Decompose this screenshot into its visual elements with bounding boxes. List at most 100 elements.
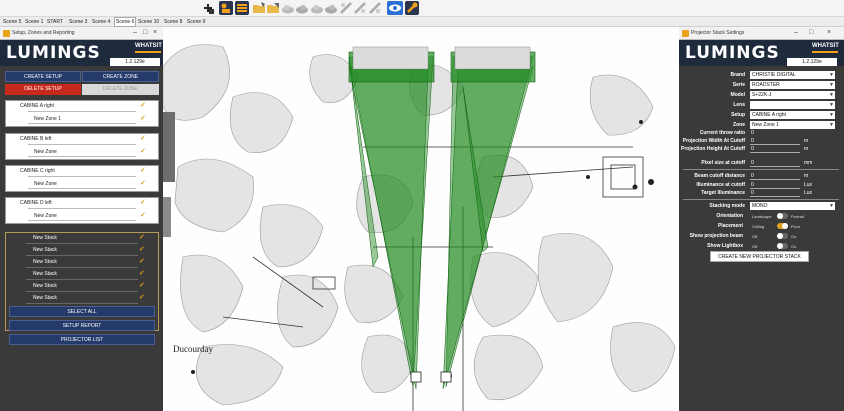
create-setup-button[interactable]: CREATE SETUP bbox=[5, 71, 81, 82]
select-all-button[interactable]: SELECT ALL bbox=[9, 306, 155, 317]
projector-list-button[interactable]: PROJECTOR LIST bbox=[9, 334, 155, 345]
minimize-icon[interactable]: – bbox=[133, 29, 137, 37]
placement-on-label: Floor bbox=[791, 224, 801, 229]
logo-header: LUMINGS WHATSIT 1.2.129e bbox=[679, 40, 844, 66]
tab-start[interactable]: START bbox=[47, 18, 63, 26]
cloud-icon[interactable] bbox=[324, 1, 338, 15]
serie-select[interactable]: ROADSTER ▼ bbox=[750, 81, 835, 89]
stack-name: New Stack bbox=[33, 295, 57, 301]
check-icon[interactable]: ✓ bbox=[140, 179, 146, 187]
version-label: 1.2.129e bbox=[787, 58, 837, 66]
throw-ratio-value: 0 bbox=[751, 130, 754, 136]
list-item[interactable]: New Stack ✓ bbox=[6, 233, 158, 244]
model-select[interactable]: S+22K-J ▼ bbox=[750, 91, 835, 99]
tab-scene-1[interactable]: Scene 1 bbox=[25, 18, 43, 26]
list-item[interactable]: New Stack ✓ bbox=[6, 269, 158, 280]
check-icon[interactable]: ✓ bbox=[139, 245, 145, 253]
tab-scene-9[interactable]: Scene 9 bbox=[187, 18, 205, 26]
maximize-icon[interactable]: □ bbox=[809, 29, 813, 37]
divider bbox=[28, 208, 136, 209]
tab-scene-3[interactable]: Scene 3 bbox=[69, 18, 87, 26]
chevron-down-icon: ▼ bbox=[829, 203, 834, 209]
brand-select[interactable]: CHRISTIE DIGITAL ▼ bbox=[750, 71, 835, 79]
check-icon[interactable]: ✓ bbox=[139, 293, 145, 301]
zone-select[interactable]: New Zone 1 ▼ bbox=[750, 121, 835, 129]
divider bbox=[28, 111, 136, 112]
target-illum-unit: Lux bbox=[804, 190, 813, 196]
check-icon[interactable]: ✓ bbox=[140, 147, 146, 155]
setup-item[interactable]: CABINE B left ✓ New Zone ✓ bbox=[5, 133, 159, 160]
close-icon[interactable]: × bbox=[827, 29, 831, 37]
check-icon[interactable]: ✓ bbox=[139, 233, 145, 241]
delete-setup-button[interactable]: DELETE SETUP bbox=[5, 84, 81, 95]
check-icon[interactable]: ✓ bbox=[140, 166, 146, 174]
check-icon[interactable]: ✓ bbox=[140, 114, 146, 122]
zone-name: New Zone 1 bbox=[34, 116, 61, 122]
divider bbox=[750, 144, 800, 145]
close-icon[interactable]: × bbox=[153, 29, 157, 37]
pencil-icon[interactable] bbox=[339, 1, 353, 15]
layers-icon[interactable] bbox=[219, 1, 233, 15]
stacking-mode-value: MONO bbox=[752, 203, 768, 209]
pencil-icon[interactable] bbox=[368, 1, 382, 15]
check-icon[interactable]: ✓ bbox=[140, 101, 146, 109]
setup-name: CABINE A right bbox=[20, 103, 54, 109]
wrench-icon[interactable] bbox=[405, 1, 419, 15]
list-item[interactable]: New Stack ✓ bbox=[6, 281, 158, 292]
maximize-icon[interactable]: □ bbox=[143, 29, 147, 37]
minimize-icon[interactable]: – bbox=[794, 29, 798, 37]
pencil-icon[interactable] bbox=[353, 1, 367, 15]
delete-zone-button[interactable]: DELETE ZONE bbox=[82, 84, 159, 95]
main-toolbar bbox=[0, 0, 844, 17]
list-item[interactable]: New Stack ✓ bbox=[6, 293, 158, 304]
show-beam-label: Show projection beam bbox=[689, 233, 743, 239]
stacking-mode-select[interactable]: MONO ▼ bbox=[750, 202, 835, 210]
tab-scene-4[interactable]: Scene 4 bbox=[92, 18, 110, 26]
divider bbox=[750, 179, 800, 180]
app-logo: LUMINGS bbox=[685, 43, 780, 63]
chevron-down-icon: ▼ bbox=[829, 72, 834, 78]
toggle-knob bbox=[777, 233, 783, 239]
cloud-icon[interactable] bbox=[295, 1, 309, 15]
section-divider bbox=[683, 199, 839, 200]
scene-viewport[interactable]: Ducourday bbox=[163, 27, 679, 411]
setup-item[interactable]: CABINE C right ✓ New Zone ✓ bbox=[5, 165, 159, 192]
add-projector-icon[interactable] bbox=[201, 1, 215, 15]
cloud-icon[interactable] bbox=[310, 1, 324, 15]
show-beam-toggle[interactable] bbox=[777, 233, 788, 239]
check-icon[interactable]: ✓ bbox=[139, 281, 145, 289]
setup-item[interactable]: CABINE A right ✓ New Zone 1 ✓ bbox=[5, 100, 159, 127]
logo-header: LUMINGS WHATSIT 1.2.129e bbox=[0, 40, 163, 66]
setup-select[interactable]: CABINE A right ▼ bbox=[750, 111, 835, 119]
folder-open-icon[interactable] bbox=[252, 1, 266, 15]
cloud-icon[interactable] bbox=[281, 1, 295, 15]
orientation-toggle[interactable] bbox=[777, 213, 788, 219]
list-item[interactable]: New Stack ✓ bbox=[6, 257, 158, 268]
check-icon[interactable]: ✓ bbox=[140, 134, 146, 142]
create-zone-button[interactable]: CREATE ZONE bbox=[82, 71, 159, 82]
illum-cutoff-unit: Lux bbox=[804, 182, 813, 188]
show-lightbox-toggle[interactable] bbox=[777, 243, 788, 249]
setup-report-button[interactable]: SETUP REPORT bbox=[9, 320, 155, 331]
create-projector-stack-button[interactable]: CREATE NEW PROJECTOR STACK bbox=[710, 251, 809, 262]
check-icon[interactable]: ✓ bbox=[140, 211, 146, 219]
check-icon[interactable]: ✓ bbox=[139, 257, 145, 265]
model-label: Model bbox=[730, 92, 745, 98]
setup-item[interactable]: CABINE D left ✓ New Zone ✓ bbox=[5, 197, 159, 224]
lens-select[interactable]: ▼ bbox=[750, 101, 835, 109]
placement-toggle[interactable] bbox=[777, 223, 788, 229]
list-item[interactable]: New Stack ✓ bbox=[6, 245, 158, 256]
tab-scene-5[interactable]: Scene 5 bbox=[3, 18, 21, 26]
show-lightbox-label: Show Lightbox bbox=[707, 243, 743, 249]
beam-cutoff-label: Beam cutoff distance bbox=[694, 173, 745, 179]
tab-scene-8[interactable]: Scene 8 bbox=[164, 18, 182, 26]
check-icon[interactable]: ✓ bbox=[140, 198, 146, 206]
eye-icon[interactable] bbox=[387, 1, 403, 15]
toggle-knob bbox=[777, 213, 783, 219]
tab-scene-6[interactable]: Scene 6 bbox=[114, 17, 137, 27]
list-icon[interactable] bbox=[235, 1, 249, 15]
tab-scene-10[interactable]: Scene 10 bbox=[138, 18, 159, 26]
folder-icon[interactable] bbox=[266, 1, 280, 15]
check-icon[interactable]: ✓ bbox=[139, 269, 145, 277]
stack-name: New Stack bbox=[33, 283, 57, 289]
